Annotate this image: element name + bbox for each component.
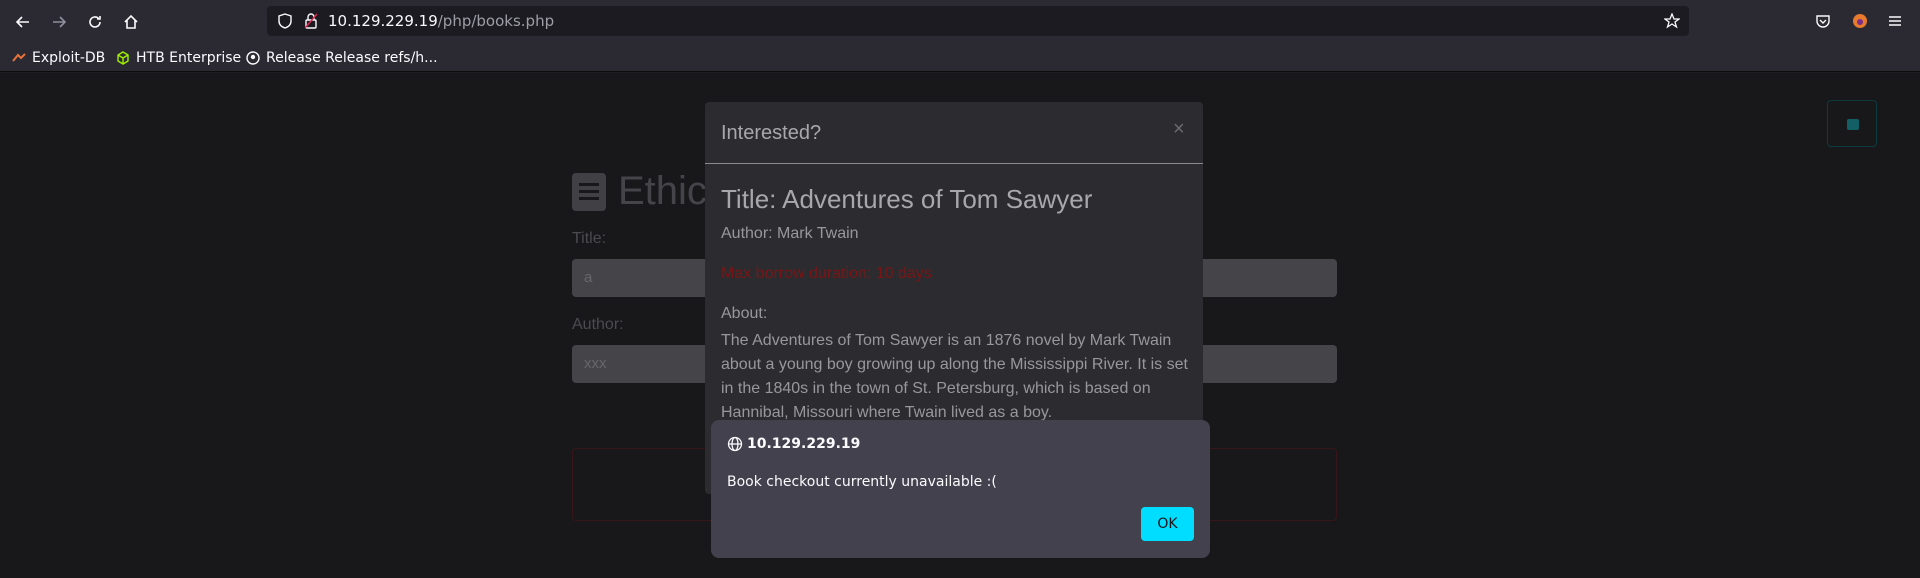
menu-icon[interactable] [1887, 13, 1903, 29]
browser-toolbar: 10.129.229.19/php/books.php [0, 0, 1920, 42]
back-button[interactable] [10, 9, 36, 35]
bookmark-exploitdb[interactable]: Exploit-DB [12, 48, 105, 68]
book-title: Title: Adventures of Tom Sawyer [721, 184, 1093, 214]
dialog-origin-text: 10.129.229.19 [747, 436, 861, 452]
dialog-message: Book checkout currently unavailable :( [727, 474, 997, 490]
modal-title: Interested? [721, 122, 822, 144]
home-button[interactable] [118, 9, 144, 35]
lock-icon [304, 13, 318, 29]
dialog-origin: 10.129.229.19 [727, 436, 860, 452]
url-path: /php/books.php [437, 12, 555, 30]
star-icon[interactable] [1664, 13, 1680, 29]
github-icon [246, 51, 260, 65]
shield-icon [278, 13, 292, 29]
forward-button[interactable] [46, 9, 72, 35]
exploitdb-icon [12, 51, 26, 65]
bookmark-label: HTB Enterprise [136, 50, 242, 66]
about-text: The Adventures of Tom Sawyer is an 1876 … [721, 332, 1188, 421]
bookmark-release[interactable]: Release Release refs/h... [246, 48, 438, 68]
bookmark-label: Exploit-DB [32, 50, 106, 66]
arrow-left-icon [15, 16, 29, 28]
extension-icon[interactable] [1851, 12, 1869, 30]
borrow-duration: Max borrow duration: 10 days [721, 265, 932, 282]
about-label: About: [721, 305, 768, 322]
book-author: Author: Mark Twain [721, 225, 859, 242]
arrow-right-icon [53, 16, 67, 28]
url-text: 10.129.229.19/php/books.php [328, 12, 554, 30]
url-bar[interactable]: 10.129.229.19/php/books.php [267, 6, 1689, 36]
bookmark-htb-enterprise[interactable]: HTB Enterprise [116, 48, 241, 68]
bookmarks-bar: Exploit-DB HTB Enterprise Release Releas… [0, 42, 1920, 72]
reload-button[interactable] [82, 9, 108, 35]
reload-icon [89, 16, 101, 28]
home-icon [124, 14, 138, 29]
alert-dialog: 10.129.229.19 Book checkout currently un… [711, 420, 1210, 558]
bookmark-label: Release Release refs/h... [266, 50, 438, 66]
close-icon[interactable]: × [1173, 118, 1185, 141]
cube-icon [116, 51, 130, 65]
ok-button[interactable]: OK [1141, 507, 1194, 541]
globe-icon [727, 436, 743, 452]
url-host: 10.129.229.19 [328, 12, 438, 30]
modal-header: Interested? × [705, 102, 1203, 164]
pocket-icon[interactable] [1815, 13, 1831, 29]
